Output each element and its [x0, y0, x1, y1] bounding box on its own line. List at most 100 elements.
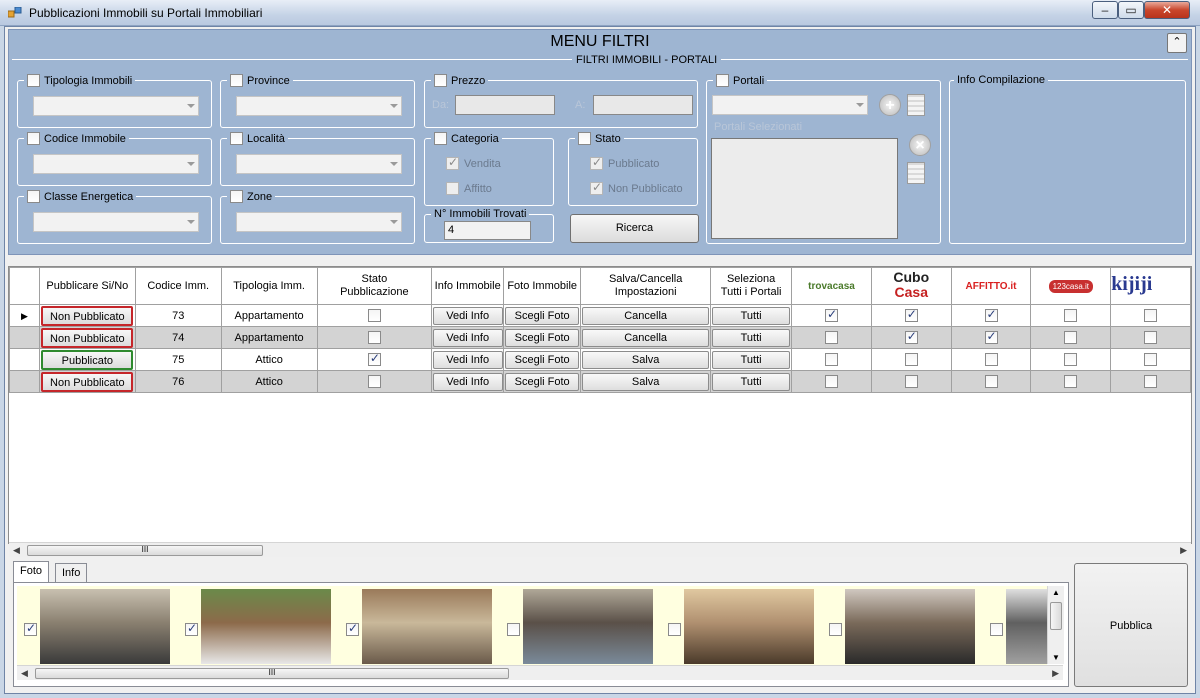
row-header[interactable]	[9, 326, 40, 349]
photo-checkbox[interactable]	[668, 623, 681, 636]
localita-combo[interactable]	[236, 154, 402, 174]
ricerca-button[interactable]: Ricerca	[570, 214, 699, 243]
portal-checkbox[interactable]	[984, 329, 998, 344]
tipologia-cell[interactable]: Attico	[220, 348, 318, 371]
salva-cancella-button[interactable]: Cancella	[582, 328, 710, 347]
row-header[interactable]	[9, 370, 40, 393]
portal-checkbox[interactable]	[904, 375, 918, 388]
codice-cell[interactable]: 74	[134, 326, 222, 349]
row-header[interactable]	[9, 348, 40, 371]
col-pubblicare[interactable]: Pubblicare Si/No	[38, 267, 136, 305]
pubblica-button[interactable]: Pubblica	[1074, 563, 1188, 687]
portali-selezionati-list[interactable]	[711, 138, 898, 239]
tipologia-checkbox[interactable]	[27, 74, 40, 87]
photo-vscrollbar[interactable]: ▲ ▼	[1047, 586, 1064, 664]
portal-checkbox[interactable]	[1144, 331, 1158, 344]
scegli-foto-button[interactable]: Scegli Foto	[505, 350, 580, 369]
remove-icon[interactable]: ×	[909, 134, 931, 156]
close-button[interactable]: ✕	[1144, 1, 1190, 19]
table-row[interactable]: ▶ Non Pubblicato 73 Appartamento Vedi Info Sc…	[9, 304, 1191, 327]
grid-hscrollbar[interactable]: ◀ III ▶	[9, 542, 1191, 557]
property-photo[interactable]	[1006, 589, 1047, 664]
table-row[interactable]: Non Pubblicato 74 Appartamento Vedi Info Sce…	[9, 326, 1191, 349]
province-checkbox[interactable]	[230, 74, 243, 87]
tab-info[interactable]: Info	[55, 563, 88, 583]
portali-combo[interactable]	[712, 95, 868, 115]
portal-checkbox[interactable]	[984, 353, 998, 366]
pubblicato-checkbox[interactable]	[590, 155, 603, 170]
col-portal-cubocasa[interactable]: Cubo Casa	[870, 267, 952, 305]
photo-vscroll-thumb[interactable]	[1050, 602, 1062, 630]
table-row[interactable]: Pubblicato75Attico Vedi InfoScegli FotoSa…	[9, 348, 1191, 371]
vedi-info-button[interactable]: Vedi Info	[432, 306, 503, 325]
col-seleziona[interactable]: Seleziona Tutti i Portali	[710, 267, 793, 305]
photo-checkbox[interactable]	[829, 623, 842, 636]
col-portal-affitto[interactable]: AFFITTO.it	[950, 267, 1032, 305]
property-photo[interactable]	[845, 589, 975, 664]
photo-hscrollbar[interactable]: ◀ III ▶	[17, 665, 1063, 680]
minimize-button[interactable]: ‒	[1092, 1, 1118, 19]
col-portal-trovacasa[interactable]: trovacasa	[791, 267, 872, 305]
col-stato[interactable]: Stato Pubblicazione	[316, 267, 433, 305]
property-photo[interactable]	[40, 589, 170, 664]
codice-combo[interactable]	[33, 154, 199, 174]
scroll-left-icon[interactable]: ◀	[13, 545, 20, 556]
scroll-right-icon[interactable]: ▶	[1052, 668, 1059, 679]
status-button[interactable]: Pubblicato	[41, 349, 134, 370]
portal-checkbox[interactable]	[1064, 353, 1078, 366]
status-button[interactable]: Non Pubblicato	[41, 327, 134, 348]
localita-checkbox[interactable]	[230, 132, 243, 145]
property-photo[interactable]	[201, 589, 331, 664]
option-non-pubblicato[interactable]: Non Pubblicato	[590, 180, 683, 195]
portal-checkbox[interactable]	[984, 375, 998, 388]
portal-checkbox[interactable]	[1064, 331, 1078, 344]
option-vendita[interactable]: Vendita	[446, 155, 501, 170]
scroll-down-icon[interactable]: ▼	[1052, 653, 1060, 662]
affitto-checkbox[interactable]	[446, 182, 459, 195]
portal-checkbox[interactable]	[1064, 375, 1078, 388]
non-pubblicato-checkbox[interactable]	[590, 180, 603, 195]
vedi-info-button[interactable]: Vedi Info	[432, 350, 503, 369]
pubblicato-checkbox[interactable]	[367, 351, 381, 366]
pubblicato-checkbox[interactable]	[367, 331, 381, 344]
portal-checkbox[interactable]	[1144, 309, 1158, 322]
portal-checkbox[interactable]	[825, 375, 839, 388]
photo-checkbox[interactable]	[990, 623, 1003, 636]
classe-checkbox[interactable]	[27, 190, 40, 203]
prezzo-checkbox[interactable]	[434, 74, 447, 87]
status-button[interactable]: Non Pubblicato	[41, 305, 134, 326]
col-codice[interactable]: Codice Imm.	[134, 267, 222, 305]
prezzo-da-input[interactable]	[455, 95, 555, 115]
province-combo[interactable]	[236, 96, 402, 116]
portal-checkbox[interactable]	[825, 331, 839, 344]
photo-checkbox[interactable]	[507, 623, 520, 636]
tab-foto[interactable]: Foto	[13, 561, 50, 583]
salva-cancella-button[interactable]: Cancella	[582, 306, 710, 325]
tutti-button[interactable]: Tutti	[712, 306, 791, 325]
maximize-button[interactable]: ▭	[1118, 1, 1144, 19]
scegli-foto-button[interactable]: Scegli Foto	[505, 328, 580, 347]
pubblicato-checkbox[interactable]	[367, 309, 381, 322]
portal-checkbox[interactable]	[984, 307, 998, 322]
classe-combo[interactable]	[33, 212, 199, 232]
tutti-button[interactable]: Tutti	[712, 350, 791, 369]
property-photo[interactable]	[362, 589, 492, 664]
vendita-checkbox[interactable]	[446, 155, 459, 170]
tipologia-cell[interactable]: Appartamento	[220, 326, 318, 349]
table-row[interactable]: Non Pubblicato 76 Attico Vedi Info Scegli Fo…	[9, 370, 1191, 393]
add-icon[interactable]: +	[879, 94, 901, 116]
portal-checkbox[interactable]	[1064, 309, 1078, 322]
tutti-button[interactable]: Tutti	[712, 372, 791, 391]
codice-cell[interactable]: 76	[134, 370, 222, 393]
prezzo-a-input[interactable]	[593, 95, 693, 115]
codice-checkbox[interactable]	[27, 132, 40, 145]
col-salva[interactable]: Salva/Cancella Impostazioni	[580, 267, 712, 305]
zone-checkbox[interactable]	[230, 190, 243, 203]
col-portal-kijiji[interactable]: kijiji	[1110, 267, 1191, 305]
tipologia-cell[interactable]: Attico	[220, 370, 318, 393]
status-button[interactable]: Non Pubblicato	[41, 371, 134, 392]
salva-cancella-button[interactable]: Salva	[582, 350, 710, 369]
portal-checkbox[interactable]	[825, 353, 839, 366]
codice-cell[interactable]: 73	[134, 304, 222, 327]
vedi-info-button[interactable]: Vedi Info	[432, 372, 503, 391]
